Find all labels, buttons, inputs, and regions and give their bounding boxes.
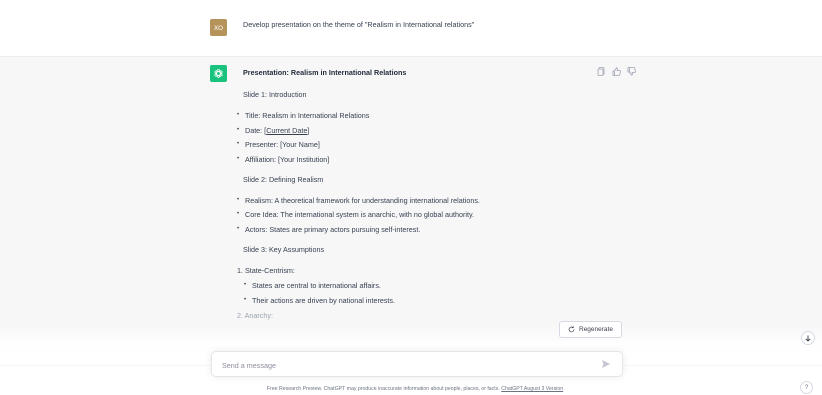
list-item: Realism: A theoretical framework for und… xyxy=(237,196,573,205)
list-item: Presenter: [Your Name] xyxy=(237,140,573,149)
slide1-list: Title: Realism in International Relation… xyxy=(237,111,573,164)
copy-button[interactable] xyxy=(597,67,606,76)
thumbs-down-icon xyxy=(627,67,636,76)
numbered-item: 1. State-Centrism: States are central to… xyxy=(237,266,573,305)
send-icon xyxy=(602,360,610,368)
list-item-text: Date: [ xyxy=(245,125,267,135)
user-message-row: XO Develop presentation on the theme of … xyxy=(0,0,822,56)
send-button[interactable] xyxy=(601,359,613,371)
message-composer xyxy=(211,351,623,377)
list-item-text: ] xyxy=(307,125,310,135)
assistant-message-row: Presentation: Realism in International R… xyxy=(0,56,822,366)
message-input[interactable] xyxy=(222,359,592,371)
footer-text: Free Research Preview. ChatGPT may produ… xyxy=(266,386,502,392)
current-date-link[interactable]: Current Date xyxy=(266,126,307,135)
numbered-item: 2. Anarchy: xyxy=(237,310,273,320)
list-item: Date: [Current Date] xyxy=(237,126,573,135)
slide2-list: Realism: A theoretical framework for und… xyxy=(237,196,573,234)
slide-heading: Slide 1: Introduction xyxy=(243,90,307,99)
regenerate-button[interactable]: Regenerate xyxy=(559,321,622,338)
refresh-icon xyxy=(568,326,575,333)
thumbs-down-button[interactable] xyxy=(627,67,636,76)
chatgpt-avatar xyxy=(210,65,227,82)
list-item: Core Idea: The international system is a… xyxy=(237,210,573,219)
help-button[interactable]: ? xyxy=(800,381,813,394)
numbered-item-label: 1. State-Centrism: xyxy=(237,265,295,275)
user-avatar: XO xyxy=(210,19,227,36)
copy-icon xyxy=(597,67,605,76)
regenerate-label: Regenerate xyxy=(579,326,613,333)
sub-list: States are central to international affa… xyxy=(244,281,573,305)
assistant-message-content: Presentation: Realism in International R… xyxy=(237,68,573,326)
footer-disclaimer: Free Research Preview. ChatGPT may produ… xyxy=(0,386,822,392)
thumbs-up-icon xyxy=(612,67,621,76)
slide-heading: Slide 2: Defining Realism xyxy=(243,174,324,184)
message-actions xyxy=(597,67,636,76)
list-item: Their actions are driven by national int… xyxy=(244,296,573,305)
user-message-text: Develop presentation on the theme of "Re… xyxy=(243,20,475,29)
list-item: Affiliation: [Your Institution] xyxy=(237,155,573,164)
list-item: Actors: States are primary actors pursui… xyxy=(237,225,573,234)
slide-heading: Slide 3: Key Assumptions xyxy=(243,244,325,254)
arrow-down-icon xyxy=(805,335,811,342)
thumbs-up-button[interactable] xyxy=(612,67,621,76)
list-item: Title: Realism in International Relation… xyxy=(237,111,573,120)
slide3-list: 1. State-Centrism: States are central to… xyxy=(237,266,573,320)
version-link[interactable]: ChatGPT August 3 Version xyxy=(501,386,563,392)
openai-logo-icon xyxy=(214,68,223,79)
scroll-to-bottom-button[interactable] xyxy=(801,331,815,345)
list-item: States are central to international affa… xyxy=(244,281,573,290)
presentation-title: Presentation: Realism in International R… xyxy=(243,68,407,77)
